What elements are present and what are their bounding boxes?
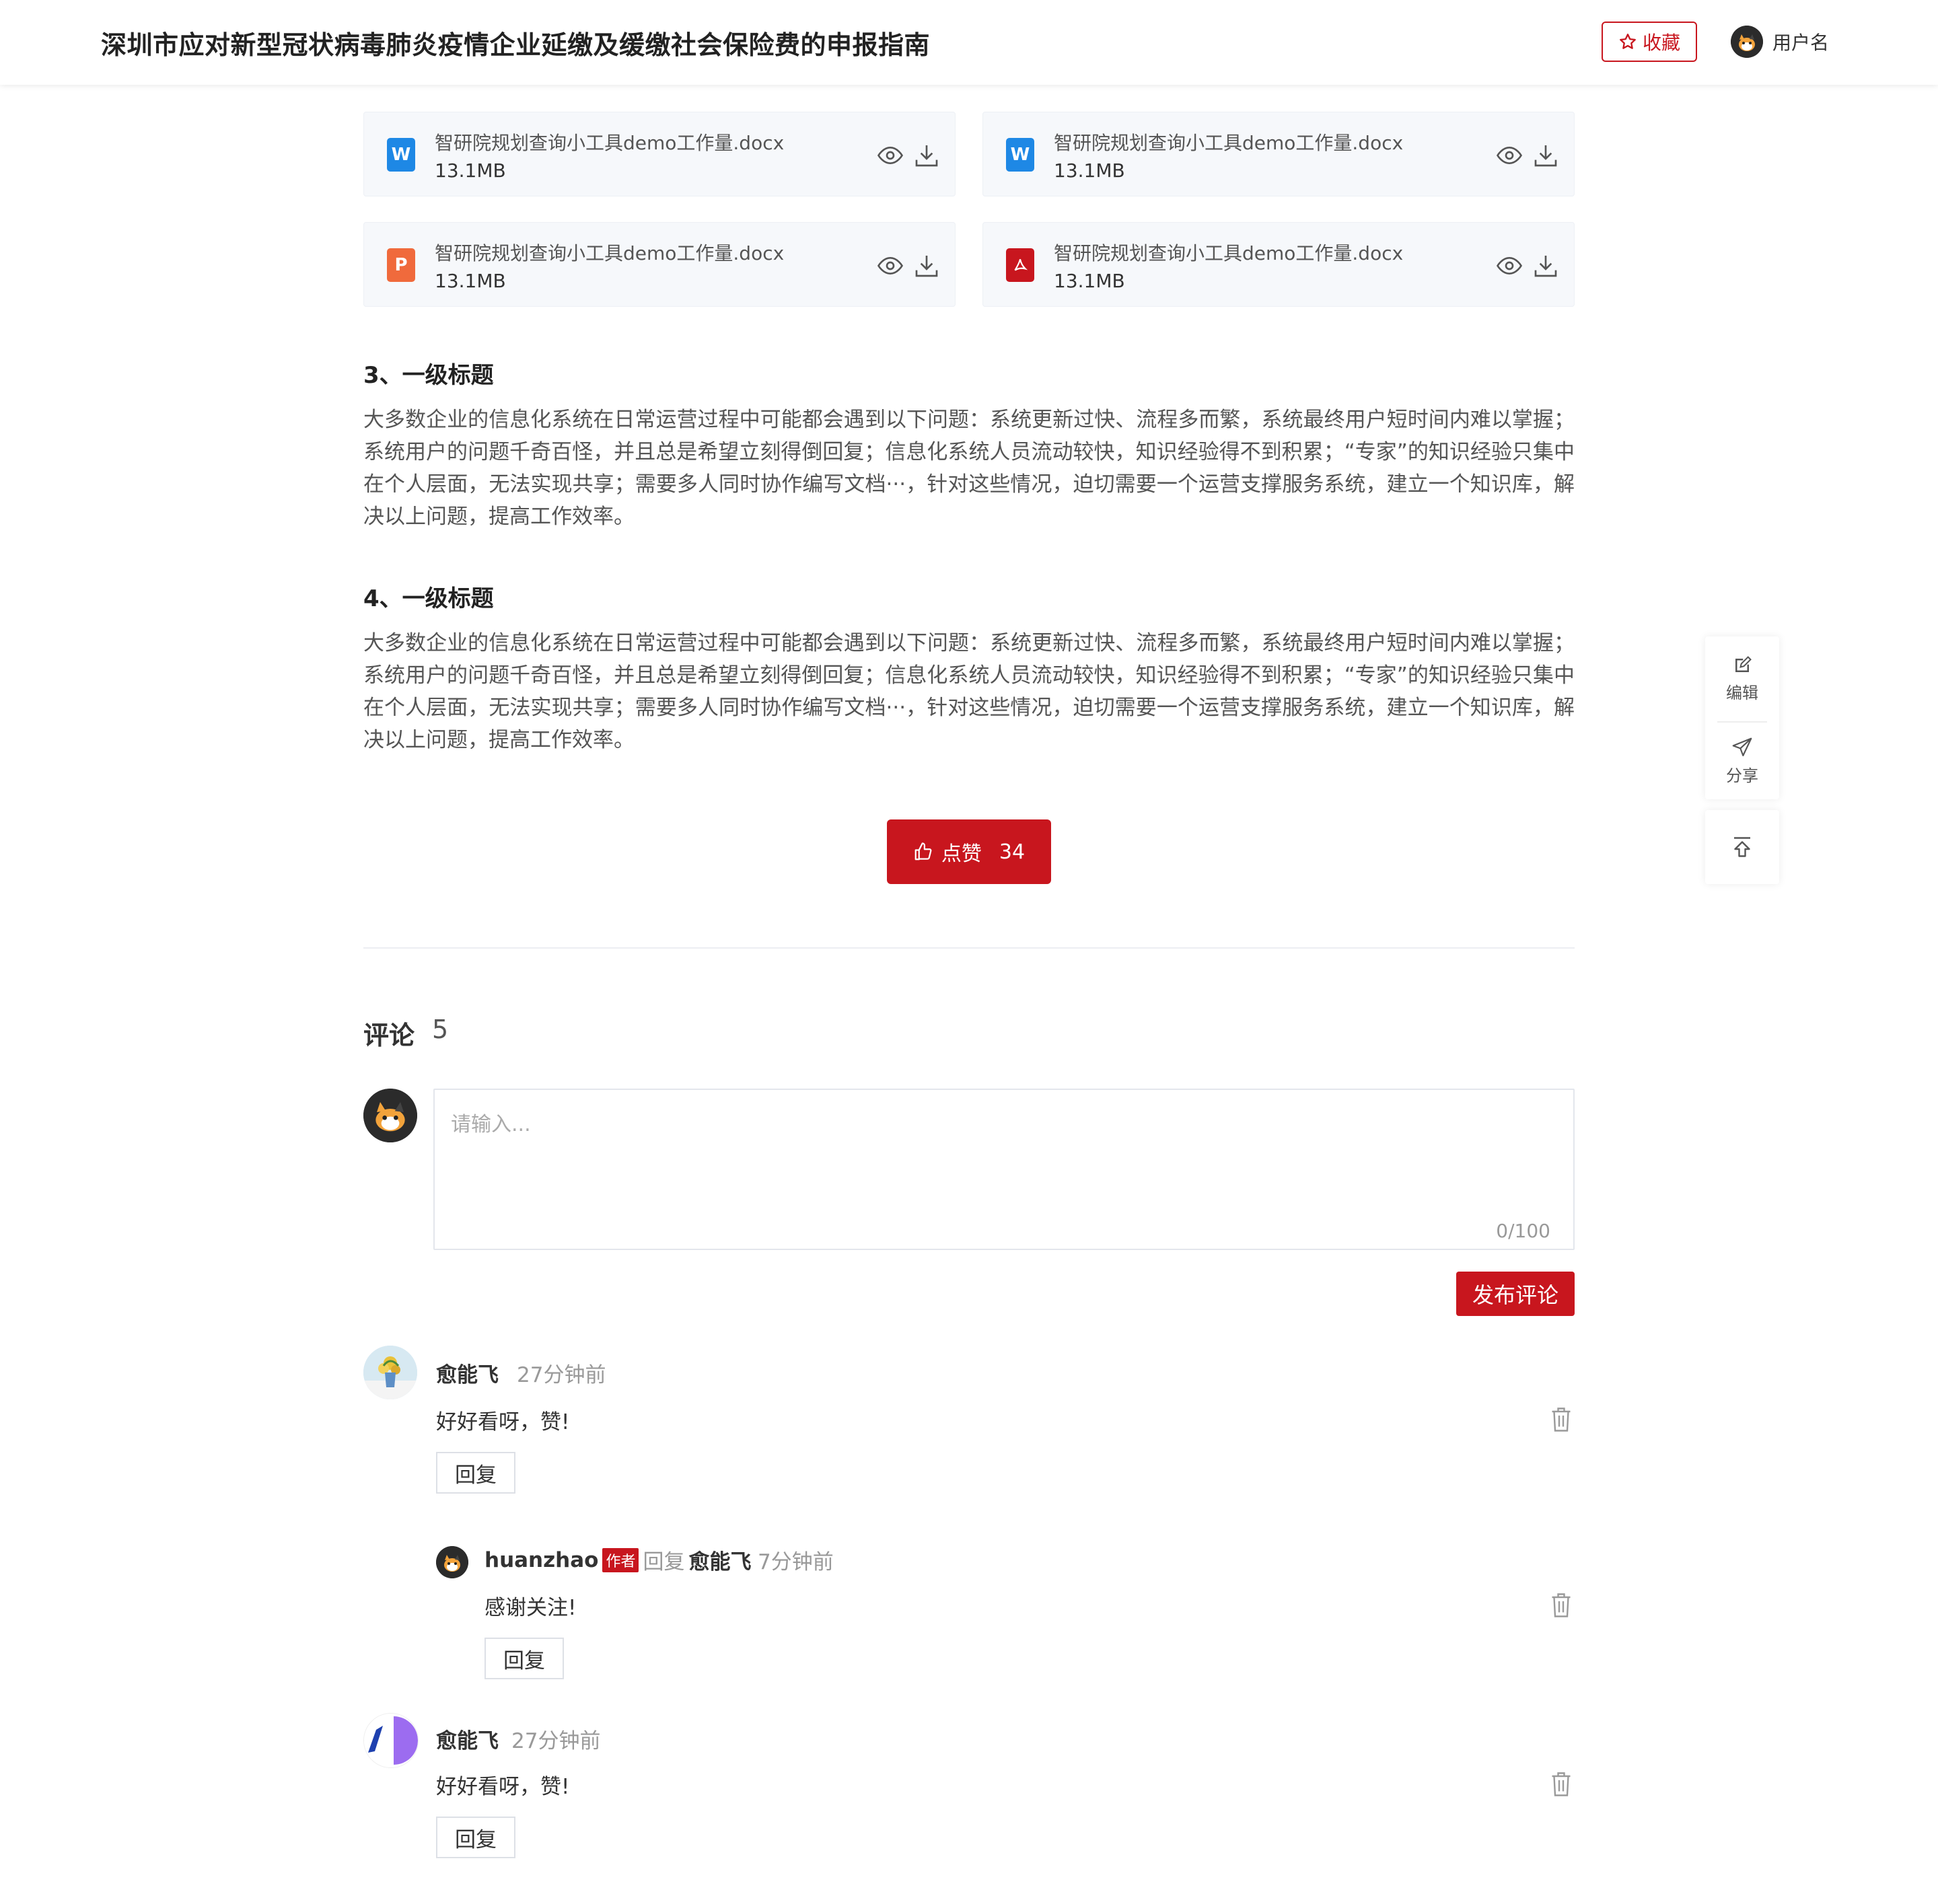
reply-header: huanzhao 作者 回复 愈能飞 xyxy=(485,1545,751,1575)
section-body: 大多数企业的信息化系统在日常运营过程中可能都会遇到以下问题：系统更新过快、流程多… xyxy=(363,408,1575,529)
attachment-item[interactable]: P 智研院规划查询小工具demo工作量.docx 13.1MB xyxy=(363,222,956,307)
current-user-avatar xyxy=(363,1089,417,1142)
floating-toolbar: 编辑 分享 xyxy=(1705,636,1779,799)
edit-icon xyxy=(1735,655,1752,672)
trash-icon[interactable] xyxy=(1549,1592,1573,1619)
eye-icon[interactable] xyxy=(1496,142,1523,169)
divider xyxy=(363,947,1575,949)
attachment-size: 13.1MB xyxy=(435,270,506,292)
edit-button[interactable]: 编辑 xyxy=(1705,642,1779,716)
comment-time: 27分钟前 xyxy=(517,1363,606,1387)
toolbar-divider xyxy=(1717,721,1767,723)
comment-input[interactable]: 请输入... 0/100 xyxy=(433,1089,1575,1250)
edit-label: 编辑 xyxy=(1726,683,1758,702)
comment-placeholder: 请输入... xyxy=(451,1113,531,1136)
attachment-item[interactable]: 智研院规划查询小工具demo工作量.docx 13.1MB xyxy=(982,222,1575,307)
page-title: 深圳市应对新型冠状病毒肺炎疫情企业延缴及缓缴社会保险费的申报指南 xyxy=(101,30,931,60)
comment-time: 7分钟前 xyxy=(758,1550,834,1574)
top-header: 深圳市应对新型冠状病毒肺炎疫情企业延缴及缓缴社会保险费的申报指南 收藏 用户名 xyxy=(0,0,1938,85)
like-label: 点赞 xyxy=(941,842,982,866)
favorite-label: 收藏 xyxy=(1642,32,1680,54)
reply-word: 回复 xyxy=(643,1550,685,1574)
eye-icon[interactable] xyxy=(877,142,904,169)
reply-button[interactable]: 回复 xyxy=(485,1638,564,1679)
commenter-avatar xyxy=(363,1346,417,1399)
comment-time: 27分钟前 xyxy=(511,1729,601,1753)
eye-icon[interactable] xyxy=(877,252,904,279)
attachment-size: 13.1MB xyxy=(435,159,506,182)
user-menu[interactable]: 用户名 xyxy=(1731,26,1829,58)
eye-icon[interactable] xyxy=(1496,252,1523,279)
section-title: 4、一级标题 xyxy=(363,585,494,612)
back-to-top-icon xyxy=(1734,837,1750,857)
comment-author[interactable]: 愈能飞 xyxy=(436,1358,499,1388)
comment-author[interactable]: 愈能飞 xyxy=(436,1724,499,1754)
post-comment-button[interactable]: 发布评论 xyxy=(1456,1272,1575,1316)
share-icon xyxy=(1732,737,1752,756)
attachment-name: 智研院规划查询小工具demo工作量.docx xyxy=(435,242,785,264)
attachment-name: 智研院规划查询小工具demo工作量.docx xyxy=(1054,132,1404,154)
comment-text: 好好看呀，赞! xyxy=(436,1775,570,1799)
download-icon[interactable] xyxy=(913,142,940,169)
back-to-top-button[interactable] xyxy=(1705,810,1779,884)
comments-count: 5 xyxy=(432,1015,449,1044)
star-icon xyxy=(1620,34,1636,49)
like-button[interactable]: 点赞 34 xyxy=(887,819,1051,884)
word-file-icon: W xyxy=(1006,138,1034,172)
like-count: 34 xyxy=(999,840,1026,864)
download-icon[interactable] xyxy=(913,252,940,279)
comments-title: 评论 xyxy=(363,1021,415,1050)
word-file-icon: W xyxy=(387,138,415,172)
attachment-item[interactable]: W 智研院规划查询小工具demo工作量.docx 13.1MB xyxy=(363,112,956,196)
comment-text: 感谢关注! xyxy=(485,1596,577,1620)
thumbs-up-icon xyxy=(914,842,932,861)
section-title: 3、一级标题 xyxy=(363,362,494,389)
commenter-avatar xyxy=(363,1713,419,1768)
comments-heading: 评论 5 xyxy=(363,1015,448,1052)
attachment-name: 智研院规划查询小工具demo工作量.docx xyxy=(1054,242,1404,264)
comment-author[interactable]: huanzhao xyxy=(485,1548,598,1572)
attachment-size: 13.1MB xyxy=(1054,270,1125,292)
commenter-avatar xyxy=(436,1546,468,1578)
comment-text: 好好看呀，赞! xyxy=(436,1410,570,1434)
attachment-item[interactable]: W 智研院规划查询小工具demo工作量.docx 13.1MB xyxy=(982,112,1575,196)
user-avatar-icon xyxy=(1731,26,1763,58)
section-body: 大多数企业的信息化系统在日常运营过程中可能都会遇到以下问题：系统更新过快、流程多… xyxy=(363,631,1575,752)
share-label: 分享 xyxy=(1726,766,1758,785)
ppt-file-icon: P xyxy=(387,248,415,282)
reply-button[interactable]: 回复 xyxy=(436,1452,515,1494)
attachment-name: 智研院规划查询小工具demo工作量.docx xyxy=(435,132,785,154)
download-icon[interactable] xyxy=(1532,142,1559,169)
favorite-button[interactable]: 收藏 xyxy=(1602,22,1697,62)
attachment-size: 13.1MB xyxy=(1054,159,1125,182)
author-badge: 作者 xyxy=(602,1547,639,1572)
reply-button[interactable]: 回复 xyxy=(436,1817,515,1858)
download-icon[interactable] xyxy=(1532,252,1559,279)
share-button[interactable]: 分享 xyxy=(1705,724,1779,798)
pdf-file-icon xyxy=(1006,248,1034,282)
char-counter: 0/100 xyxy=(1496,1220,1550,1242)
trash-icon[interactable] xyxy=(1549,1771,1573,1798)
reply-target[interactable]: 愈能飞 xyxy=(688,1545,751,1575)
trash-icon[interactable] xyxy=(1549,1406,1573,1433)
username: 用户名 xyxy=(1772,32,1830,54)
